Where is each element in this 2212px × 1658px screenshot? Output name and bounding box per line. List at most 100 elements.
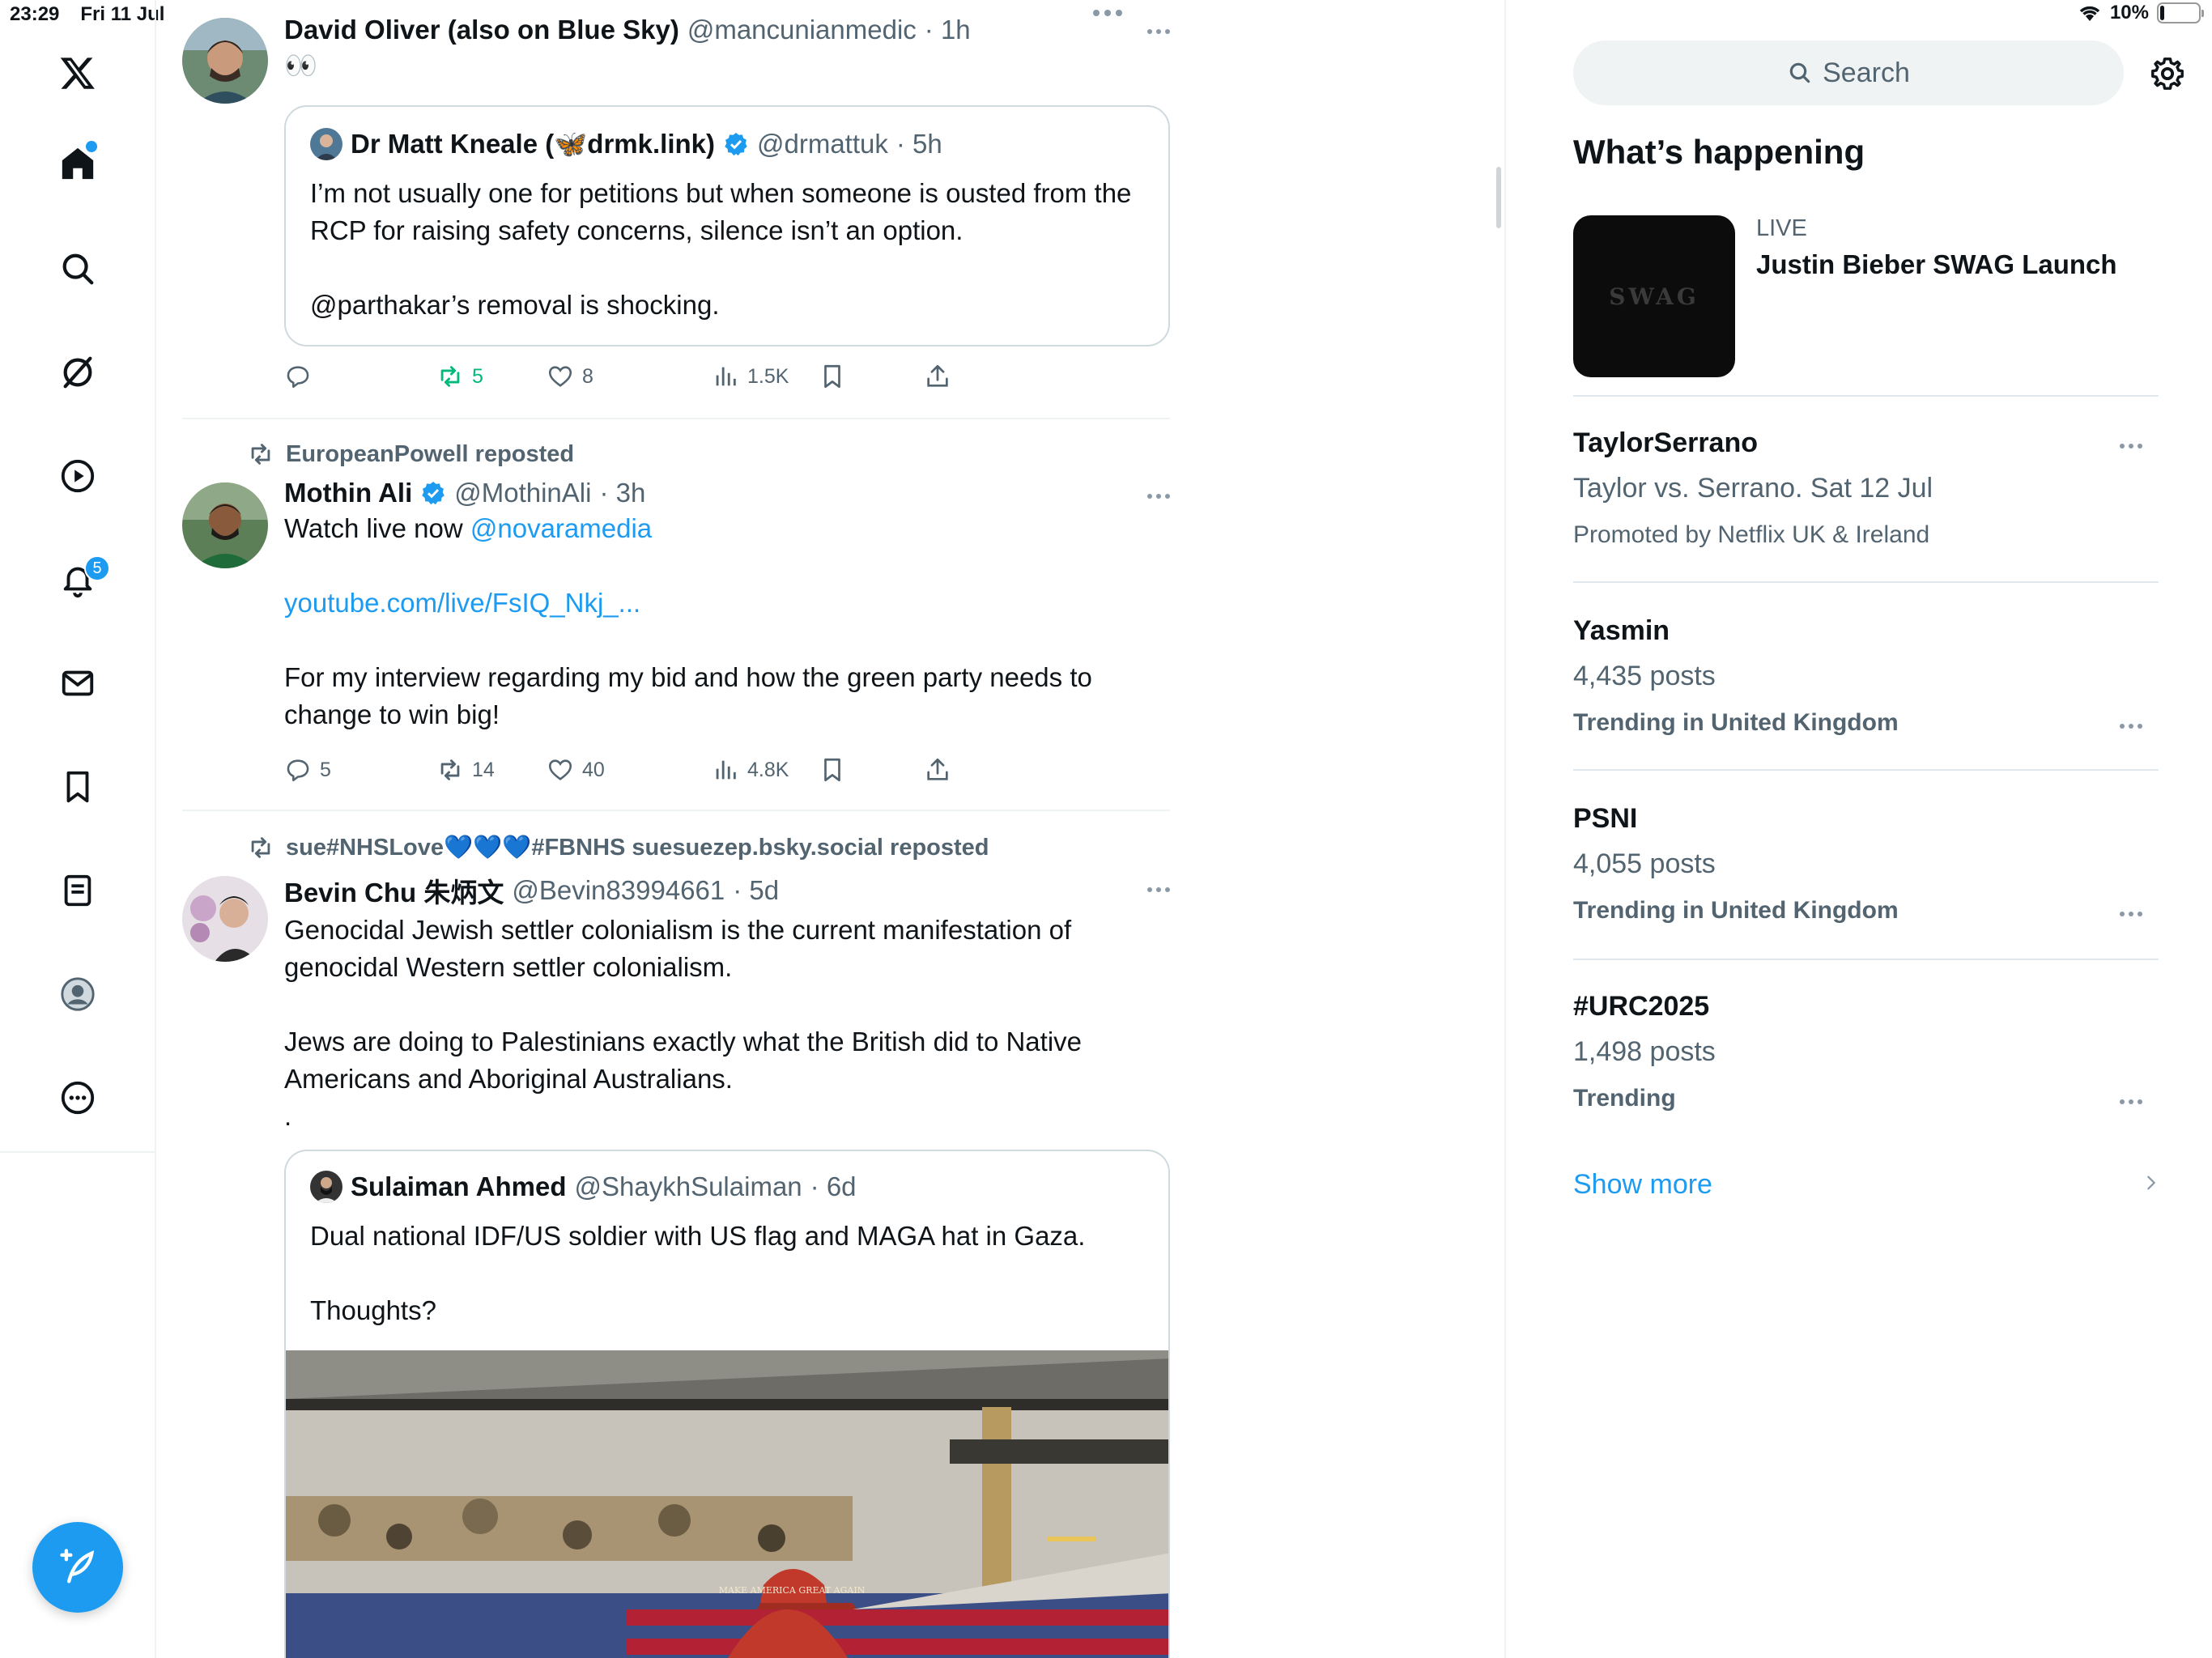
author-name[interactable]: David Oliver (also on Blue Sky) [284,15,679,45]
timeline-scrollbar[interactable] [1496,167,1501,228]
live-event-card[interactable]: SWAG LIVE Justin Bieber SWAG Launch [1573,215,2159,377]
compose-post-button[interactable] [32,1522,123,1613]
like-button[interactable]: 40 [547,756,605,784]
messages-envelope-icon[interactable] [52,657,104,709]
tweet-more-menu[interactable] [1147,494,1170,499]
tweet-author-row[interactable]: David Oliver (also on Blue Sky) @mancuni… [284,15,1170,45]
tweet-time[interactable]: · 5d [733,875,779,906]
search-input[interactable]: Search [1573,40,2124,105]
repost-context[interactable]: sue#NHSLove💙💙💙#FBNHS suesuezep.bsky.soci… [247,834,989,861]
repost-icon [440,366,460,387]
reply-count: 5 [320,758,331,781]
quoted-tweet[interactable]: Sulaiman Ahmed @ShaykhSulaiman · 6d Dual… [284,1150,1170,1658]
quoted-tweet-time: · 6d [810,1171,857,1201]
trend-item[interactable]: #URC2025 1,498 posts Trending [1573,991,2159,1112]
video-play-icon[interactable] [52,450,104,502]
quoted-author-name: Sulaiman Ahmed [351,1171,567,1201]
author-name[interactable]: Bevin Chu 朱炳文 [284,871,504,910]
verified-badge-icon [725,133,747,156]
live-thumb-text: SWAG [1609,283,1699,310]
repost-icon [440,759,460,780]
like-button[interactable]: 8 [547,363,593,390]
trend-title: TaylorSerrano [1573,427,1759,458]
views-count: 4.8K [747,758,789,781]
trend-meta: Trending [1573,1085,1676,1112]
x-logo-icon[interactable] [52,47,104,99]
reply-icon [287,759,309,782]
more-options-icon[interactable] [52,1072,104,1124]
repost-button[interactable]: 14 [436,756,495,784]
avatar[interactable] [182,483,268,568]
reply-icon [287,366,309,389]
reply-button[interactable] [284,363,320,390]
tweet-time[interactable]: · 3h [599,478,645,508]
avatar[interactable] [182,876,268,962]
repost-button[interactable]: 5 [436,363,483,390]
trend-title: #URC2025 [1573,991,1710,1022]
reply-button[interactable]: 5 [284,756,331,784]
bookmark-button[interactable] [819,363,846,390]
tweet-time[interactable]: · 1h [925,15,971,45]
trend-more-menu[interactable] [2120,1099,2142,1104]
trend-more-menu[interactable] [2120,912,2142,916]
trend-item[interactable]: TaylorSerrano Taylor vs. Serrano. Sat 12… [1573,427,2159,549]
mention-link[interactable]: @novaramedia [470,513,652,543]
tweet-text: 👀 [284,50,318,80]
share-button[interactable] [924,363,951,390]
views-button[interactable]: 4.8K [712,756,789,784]
trend-item[interactable]: Yasmin 4,435 posts Trending in United Ki… [1573,615,2159,737]
repost-count: 14 [472,758,495,781]
tweet-actions: 5 14 40 4.8K [284,756,1094,789]
tweet-text-prefix: Watch live now [284,513,470,543]
tweet-text: Watch live now @novaramedia [284,510,1170,547]
quoted-tweet-photo[interactable]: MAKE AMERICA GREAT AGAIN [286,1350,1168,1658]
bookmarks-icon[interactable] [52,761,104,813]
tweet-card[interactable]: David Oliver (also on Blue Sky) @mancuni… [182,15,1170,421]
trend-divider [1573,959,2159,960]
repost-by-label: EuropeanPowell reposted [286,440,575,467]
repost-context[interactable]: EuropeanPowell reposted [247,440,574,468]
trend-subtitle: 1,498 posts [1573,1036,1716,1067]
like-count: 8 [582,364,593,388]
profile-avatar-icon[interactable] [52,968,104,1020]
lists-icon[interactable] [52,865,104,916]
trend-more-menu[interactable] [2120,444,2142,449]
author-handle[interactable]: @MothinAli [454,478,591,508]
tweet-author-row[interactable]: Bevin Chu 朱炳文 @Bevin83994661 · 5d [284,871,1170,910]
quoted-author-row: Dr Matt Kneale (🦋drmk.link) @drmattuk · … [310,128,942,160]
tweet-more-menu[interactable] [1147,887,1170,892]
show-more-link[interactable]: Show more [1573,1169,1712,1201]
author-handle[interactable]: @mancunianmedic [687,15,917,45]
views-button[interactable]: 1.5K [712,363,789,390]
notifications-badge: 5 [84,555,110,581]
quoted-author-handle: @drmattuk [757,129,888,159]
trend-item[interactable]: PSNI 4,055 posts Trending in United King… [1573,803,2159,925]
quoted-avatar [310,128,342,160]
author-handle[interactable]: @Bevin83994661 [512,875,725,906]
grok-icon[interactable] [52,346,104,398]
settings-gear-icon[interactable] [2149,55,2186,92]
author-name[interactable]: Mothin Ali [284,478,412,508]
tweet-more-menu[interactable] [1147,29,1170,34]
share-icon [927,758,948,780]
quoted-tweet-time: · 5h [895,129,942,159]
bookmark-button[interactable] [819,756,846,784]
trend-more-menu[interactable] [2120,724,2142,729]
tweet-card[interactable]: EuropeanPowell reposted Mothin Ali @Moth… [182,437,1170,811]
external-link[interactable]: youtube.com/live/FsIQ_Nkj_... [284,585,1170,622]
repost-by-label: sue#NHSLove💙💙💙#FBNHS suesuezep.bsky.soci… [286,835,989,861]
tweet-card[interactable]: sue#NHSLove💙💙💙#FBNHS suesuezep.bsky.soci… [182,829,1170,1658]
maga-hat-text: MAKE AMERICA GREAT AGAIN [719,1585,866,1596]
explore-search-icon[interactable] [52,243,104,295]
quoted-tweet-text: I’m not usually one for petitions but wh… [310,178,1132,320]
live-event-title[interactable]: Justin Bieber SWAG Launch [1756,249,2117,280]
tweet-divider [182,810,1170,811]
avatar[interactable] [182,18,268,104]
tweet-author-row[interactable]: Mothin Ali @MothinAli · 3h [284,478,1170,508]
quoted-tweet[interactable]: Dr Matt Kneale (🦋drmk.link) @drmattuk · … [284,105,1170,346]
quoted-author-row: Sulaiman Ahmed @ShaykhSulaiman · 6d [310,1171,857,1203]
tweet-body: Bevin Chu 朱炳文 @Bevin83994661 · 5d Genoci… [284,871,1170,1135]
live-event-thumbnail[interactable]: SWAG [1573,215,1735,377]
trend-subtitle: 4,055 posts [1573,848,1716,879]
share-button[interactable] [924,756,951,784]
